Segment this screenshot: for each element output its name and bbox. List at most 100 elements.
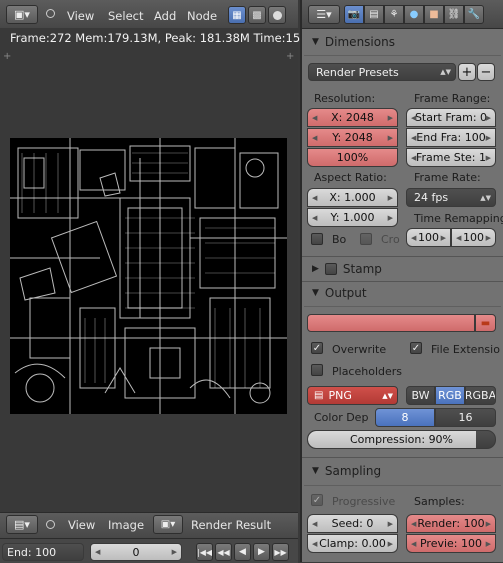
sampling-panel-header[interactable]: ▼ Sampling bbox=[312, 464, 381, 478]
menu-view[interactable]: View bbox=[68, 518, 95, 532]
next-keyframe-button[interactable]: ▶▶ bbox=[272, 543, 289, 561]
menu-add[interactable]: Add bbox=[154, 9, 176, 23]
resolution-y-field[interactable]: ◀ Y: 2048 ▶ bbox=[307, 128, 398, 147]
increment-arrow-icon[interactable]: ▶ bbox=[486, 520, 491, 528]
increment-arrow-icon[interactable]: ▶ bbox=[486, 540, 491, 548]
editor-type-button[interactable]: ▣▾ bbox=[6, 5, 38, 24]
depth-8-button[interactable]: 8 bbox=[375, 408, 435, 427]
output-panel-header[interactable]: ▼ Output bbox=[312, 286, 367, 300]
menu-select[interactable]: Select bbox=[108, 9, 143, 23]
backdrop-toggle-button[interactable]: ▦ bbox=[228, 6, 246, 24]
browse-folder-button[interactable]: ▬ bbox=[475, 314, 496, 332]
remap-new-field[interactable]: ◀ 100 ▶ bbox=[451, 228, 496, 247]
layers-tab-icon[interactable]: ▤ bbox=[364, 5, 384, 24]
increment-arrow-icon[interactable]: ▶ bbox=[486, 154, 491, 162]
scene-tab-icon[interactable]: ⚘ bbox=[384, 5, 404, 24]
next-keyframe-icon: ▶▶ bbox=[274, 547, 287, 557]
menu-view[interactable]: View bbox=[67, 9, 94, 23]
color-bw-button[interactable]: BW bbox=[406, 386, 435, 405]
decrement-arrow-icon[interactable]: ◀ bbox=[411, 540, 416, 548]
resolution-x-field[interactable]: ◀ X: 2048 ▶ bbox=[307, 108, 398, 127]
increment-arrow-icon[interactable]: ▶ bbox=[486, 114, 491, 122]
increment-arrow-icon[interactable]: ▶ bbox=[388, 214, 393, 222]
decrement-arrow-icon[interactable]: ◀ bbox=[411, 154, 416, 162]
play-button[interactable]: ▶ bbox=[253, 543, 270, 561]
prev-keyframe-button[interactable]: ◀◀ bbox=[215, 543, 232, 561]
frame-start-field[interactable]: ◀ Start Fram: 0 ▶ bbox=[406, 108, 496, 127]
render-samples-field[interactable]: ◀ Render: 100 ▶ bbox=[406, 514, 496, 533]
decrement-arrow-icon[interactable]: ◀ bbox=[411, 134, 416, 142]
decrement-arrow-icon[interactable]: ◀ bbox=[312, 114, 317, 122]
add-preset-button[interactable]: + bbox=[458, 63, 476, 81]
decrement-arrow-icon[interactable]: ◀ bbox=[312, 194, 317, 202]
dropdown-icon: ▲▼ bbox=[382, 391, 393, 400]
decrement-arrow-icon[interactable]: ◀ bbox=[411, 520, 416, 528]
decrement-arrow-icon[interactable]: ◀ bbox=[312, 520, 317, 528]
increment-arrow-icon[interactable]: ▶ bbox=[441, 234, 446, 242]
frame-step-field[interactable]: ◀ Frame Ste: 1 ▶ bbox=[406, 148, 496, 167]
decrement-arrow-icon[interactable]: ◀ bbox=[312, 540, 317, 548]
decrement-arrow-icon[interactable]: ◀ bbox=[411, 234, 416, 242]
increment-arrow-icon[interactable]: ▶ bbox=[388, 114, 393, 122]
image-browse-button[interactable]: ▣▾ bbox=[153, 515, 183, 534]
compression-slider[interactable]: Compression: 90% bbox=[307, 430, 496, 449]
remap-old-field[interactable]: ◀ 100 ▶ bbox=[406, 228, 451, 247]
jump-start-button[interactable]: |◀◀ bbox=[196, 543, 213, 561]
current-frame-field[interactable]: ◀ 0 ▶ bbox=[90, 543, 182, 561]
collapse-menu-icon[interactable] bbox=[46, 9, 55, 18]
menu-node[interactable]: Node bbox=[187, 9, 217, 23]
crop-checkbox[interactable] bbox=[360, 233, 372, 245]
editor-type-button[interactable]: ▤▾ bbox=[6, 515, 38, 534]
object-tab-icon[interactable]: ■ bbox=[424, 5, 444, 24]
preview-samples-field[interactable]: ◀ Previe: 100 ▶ bbox=[406, 534, 496, 553]
decrement-arrow-icon[interactable]: ◀ bbox=[312, 134, 317, 142]
render-presets-menu[interactable]: Render Presets ▲▼ bbox=[308, 63, 456, 81]
color-rgb-button[interactable]: RGB bbox=[435, 386, 465, 405]
overwrite-checkbox[interactable]: ✓ bbox=[311, 342, 323, 354]
constraints-tab-icon[interactable]: ⛓ bbox=[444, 5, 464, 24]
file-extensions-checkbox[interactable]: ✓ bbox=[410, 342, 422, 354]
collapse-menu-icon[interactable] bbox=[46, 520, 55, 529]
frame-end-field[interactable]: ◀ End Fra: 100 ▶ bbox=[406, 128, 496, 147]
increment-arrow-icon[interactable]: ▶ bbox=[388, 520, 393, 528]
progressive-checkbox[interactable]: ✓ bbox=[311, 494, 323, 506]
border-checkbox[interactable] bbox=[311, 233, 323, 245]
decrement-arrow-icon[interactable]: ◀ bbox=[456, 234, 461, 242]
dimensions-panel-header[interactable]: ▼ Dimensions bbox=[312, 35, 395, 49]
depth-16-button[interactable]: 16 bbox=[435, 408, 496, 427]
world-tab-icon[interactable]: ● bbox=[404, 5, 424, 24]
seed-field[interactable]: ◀ Seed: 0 ▶ bbox=[307, 514, 398, 533]
increment-arrow-icon[interactable]: ▶ bbox=[388, 134, 393, 142]
aspect-x-field[interactable]: ◀ X: 1.000 ▶ bbox=[307, 188, 398, 207]
output-path-field[interactable] bbox=[307, 314, 475, 332]
end-frame-field[interactable]: End: 100 bbox=[2, 543, 84, 561]
corner-plus-icon[interactable]: + bbox=[286, 51, 294, 62]
stamp-panel-header[interactable]: ▶ Stamp bbox=[312, 262, 382, 276]
increment-arrow-icon[interactable]: ▶ bbox=[486, 234, 491, 242]
clamp-field[interactable]: ◀ Clamp: 0.00 ▶ bbox=[307, 534, 398, 553]
decrement-arrow-icon[interactable]: ◀ bbox=[95, 548, 100, 556]
increment-arrow-icon[interactable]: ▶ bbox=[388, 194, 393, 202]
resolution-percentage-slider[interactable]: 100% bbox=[307, 148, 398, 167]
play-reverse-button[interactable]: ◀ bbox=[234, 543, 251, 561]
remove-preset-button[interactable]: − bbox=[477, 63, 495, 81]
corner-plus-icon[interactable]: + bbox=[3, 51, 11, 62]
editor-type-button[interactable]: ☰▾ bbox=[308, 5, 340, 24]
checker-toggle-button[interactable]: ▩ bbox=[248, 6, 266, 24]
aspect-y-field[interactable]: ◀ Y: 1.000 ▶ bbox=[307, 208, 398, 227]
image-name[interactable]: Render Result bbox=[191, 518, 271, 532]
modifiers-tab-wrench-icon[interactable]: 🔧 bbox=[464, 5, 484, 24]
channels-button[interactable] bbox=[268, 6, 286, 24]
placeholders-checkbox[interactable] bbox=[311, 364, 323, 376]
decrement-arrow-icon[interactable]: ◀ bbox=[312, 214, 317, 222]
increment-arrow-icon[interactable]: ▶ bbox=[388, 540, 393, 548]
file-format-menu[interactable]: ▤ PNG ▲▼ bbox=[307, 386, 398, 405]
increment-arrow-icon[interactable]: ▶ bbox=[486, 134, 491, 142]
menu-image[interactable]: Image bbox=[108, 518, 144, 532]
fps-menu[interactable]: 24 fps ▲▼ bbox=[406, 188, 496, 207]
decrement-arrow-icon[interactable]: ◀ bbox=[411, 114, 416, 122]
stamp-checkbox[interactable] bbox=[324, 263, 337, 275]
increment-arrow-icon[interactable]: ▶ bbox=[172, 548, 177, 556]
color-rgba-button[interactable]: RGBA bbox=[465, 386, 496, 405]
render-tab-camera-icon[interactable]: 📷 bbox=[344, 5, 364, 24]
